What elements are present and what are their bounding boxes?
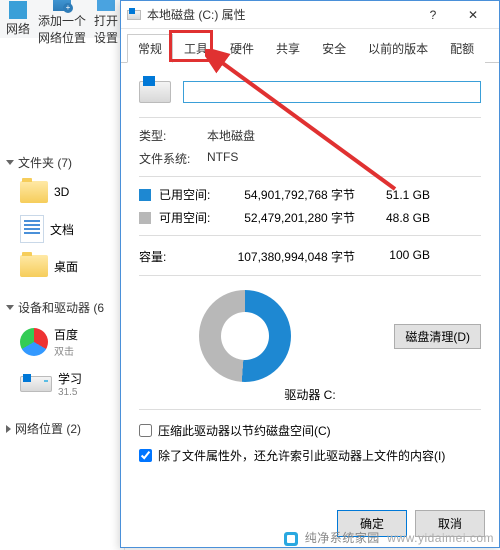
document-icon xyxy=(20,215,44,243)
drive-name-input[interactable] xyxy=(183,81,481,103)
toolbar-open-settings-label: 打开 设置 xyxy=(94,12,118,46)
close-button[interactable]: ✕ xyxy=(453,3,493,27)
settings-icon xyxy=(97,0,115,11)
disk-cleanup-button[interactable]: 磁盘清理(D) xyxy=(394,324,481,349)
compress-drive-label: 压缩此驱动器以节约磁盘空间(C) xyxy=(158,422,331,439)
free-space-gb: 48.8 GB xyxy=(375,211,430,225)
nav-folder-desktop[interactable]: 桌面 xyxy=(0,249,125,283)
chevron-down-icon xyxy=(6,305,14,310)
nav-folder-label: 文档 xyxy=(50,221,74,238)
nav-folder-label: 3D xyxy=(54,185,69,199)
dialog-titlebar[interactable]: 本地磁盘 (C:) 属性 ? ✕ xyxy=(121,1,499,29)
chevron-down-icon xyxy=(6,160,14,165)
tab-tools[interactable]: 工具 xyxy=(173,34,219,63)
explorer-nav: 文件夹 (7) 3D 文档 桌面 设备和驱动器 (6 百度 双击 xyxy=(0,150,125,441)
tab-general[interactable]: 常规 xyxy=(127,34,173,63)
network-icon xyxy=(9,1,27,19)
baidu-netdisk-icon xyxy=(20,328,48,356)
tab-label: 常规 xyxy=(138,42,162,56)
toolbar-add-location-label: 添加一个 网络位置 xyxy=(38,12,86,46)
capacity-gb: 100 GB xyxy=(375,248,430,265)
filesystem-label: 文件系统: xyxy=(139,150,207,167)
watermark: 纯净系统家园 www.yidaimei.com xyxy=(284,529,494,546)
drive-icon xyxy=(127,10,141,20)
tab-sharing[interactable]: 共享 xyxy=(265,34,311,63)
tab-label: 以前的版本 xyxy=(368,42,428,56)
drive-caption: 驱动器 C: xyxy=(284,388,335,402)
toolbar-open-settings[interactable]: 打开 设置 xyxy=(92,0,120,48)
explorer-window: 网络 添加一个 网络位置 打开 设置 文件夹 (7) 3D 文档 桌面 xyxy=(0,0,125,550)
toolbar-network-label: 网络 xyxy=(6,20,30,37)
capacity-bytes: 107,380,994,048 字节 xyxy=(215,248,375,265)
nav-group-folders[interactable]: 文件夹 (7) xyxy=(0,150,125,175)
nav-netloc-title: 网络位置 (2) xyxy=(15,420,81,437)
disk-usage-donut-chart xyxy=(199,290,291,382)
tab-label: 安全 xyxy=(322,42,346,56)
used-space-label: 已用空间: xyxy=(159,186,215,203)
nav-devices-title: 设备和驱动器 (6 xyxy=(18,299,104,316)
nav-device-baidu[interactable]: 百度 双击 xyxy=(0,320,125,364)
tab-quota[interactable]: 配额 xyxy=(439,34,485,63)
explorer-toolbar: 网络 添加一个 网络位置 打开 设置 xyxy=(0,0,125,38)
toolbar-network[interactable]: 网络 xyxy=(4,0,32,39)
tab-label: 硬件 xyxy=(230,42,254,56)
folder-icon xyxy=(20,255,48,277)
nav-folder-label: 桌面 xyxy=(54,258,78,275)
tab-security[interactable]: 安全 xyxy=(311,34,357,63)
tab-label: 共享 xyxy=(276,42,300,56)
properties-dialog: 本地磁盘 (C:) 属性 ? ✕ 常规 工具 硬件 共享 安全 以前的版本 配额… xyxy=(120,0,500,548)
nav-device-label: 学习 xyxy=(58,370,82,387)
nav-folder-3d[interactable]: 3D xyxy=(0,175,125,209)
free-space-bytes: 52,479,201,280 字节 xyxy=(215,209,375,226)
tab-label: 工具 xyxy=(184,42,208,56)
help-button[interactable]: ? xyxy=(413,3,453,27)
toolbar-add-location[interactable]: 添加一个 网络位置 xyxy=(36,0,88,48)
dialog-body: 类型: 本地磁盘 文件系统: NTFS 已用空间: 54,901,792,768… xyxy=(121,63,499,480)
used-space-gb: 51.1 GB xyxy=(375,188,430,202)
chevron-right-icon xyxy=(6,425,11,433)
free-space-label: 可用空间: xyxy=(159,209,215,226)
dialog-tabs: 常规 工具 硬件 共享 安全 以前的版本 配额 xyxy=(121,29,499,63)
watermark-brand: 纯净系统家园 xyxy=(305,531,380,545)
tab-label: 配额 xyxy=(450,42,474,56)
nav-folder-documents[interactable]: 文档 xyxy=(0,209,125,249)
allow-indexing-checkbox-row[interactable]: 除了文件属性外，还允许索引此驱动器上文件的内容(I) xyxy=(139,443,481,468)
nav-group-devices[interactable]: 设备和驱动器 (6 xyxy=(0,295,125,320)
add-location-icon xyxy=(53,0,71,11)
dialog-title: 本地磁盘 (C:) 属性 xyxy=(147,6,413,23)
watermark-url: www.yidaimei.com xyxy=(387,531,494,545)
capacity-label: 容量: xyxy=(139,248,215,265)
nav-device-study[interactable]: 学习 31.5 xyxy=(0,364,125,404)
folder-icon xyxy=(20,181,48,203)
compress-drive-checkbox[interactable] xyxy=(139,424,152,437)
allow-indexing-checkbox[interactable] xyxy=(139,449,152,462)
drive-icon xyxy=(20,376,52,392)
allow-indexing-label: 除了文件属性外，还允许索引此驱动器上文件的内容(I) xyxy=(158,447,445,464)
compress-drive-checkbox-row[interactable]: 压缩此驱动器以节约磁盘空间(C) xyxy=(139,418,481,443)
free-space-color-icon xyxy=(139,212,151,224)
nav-device-sub: 双击 xyxy=(54,343,78,358)
watermark-logo-icon xyxy=(284,532,298,546)
drive-icon xyxy=(139,81,171,103)
type-value: 本地磁盘 xyxy=(207,127,255,144)
filesystem-value: NTFS xyxy=(207,150,238,167)
nav-folders-title: 文件夹 (7) xyxy=(18,154,72,171)
used-space-bytes: 54,901,792,768 字节 xyxy=(215,186,375,203)
nav-device-label: 百度 xyxy=(54,326,78,343)
nav-group-netloc[interactable]: 网络位置 (2) xyxy=(0,416,125,441)
button-label: 磁盘清理(D) xyxy=(405,330,470,344)
nav-device-sub: 31.5 xyxy=(58,387,82,398)
tab-previous-versions[interactable]: 以前的版本 xyxy=(357,34,439,63)
used-space-color-icon xyxy=(139,189,151,201)
type-label: 类型: xyxy=(139,127,207,144)
tab-hardware[interactable]: 硬件 xyxy=(219,34,265,63)
